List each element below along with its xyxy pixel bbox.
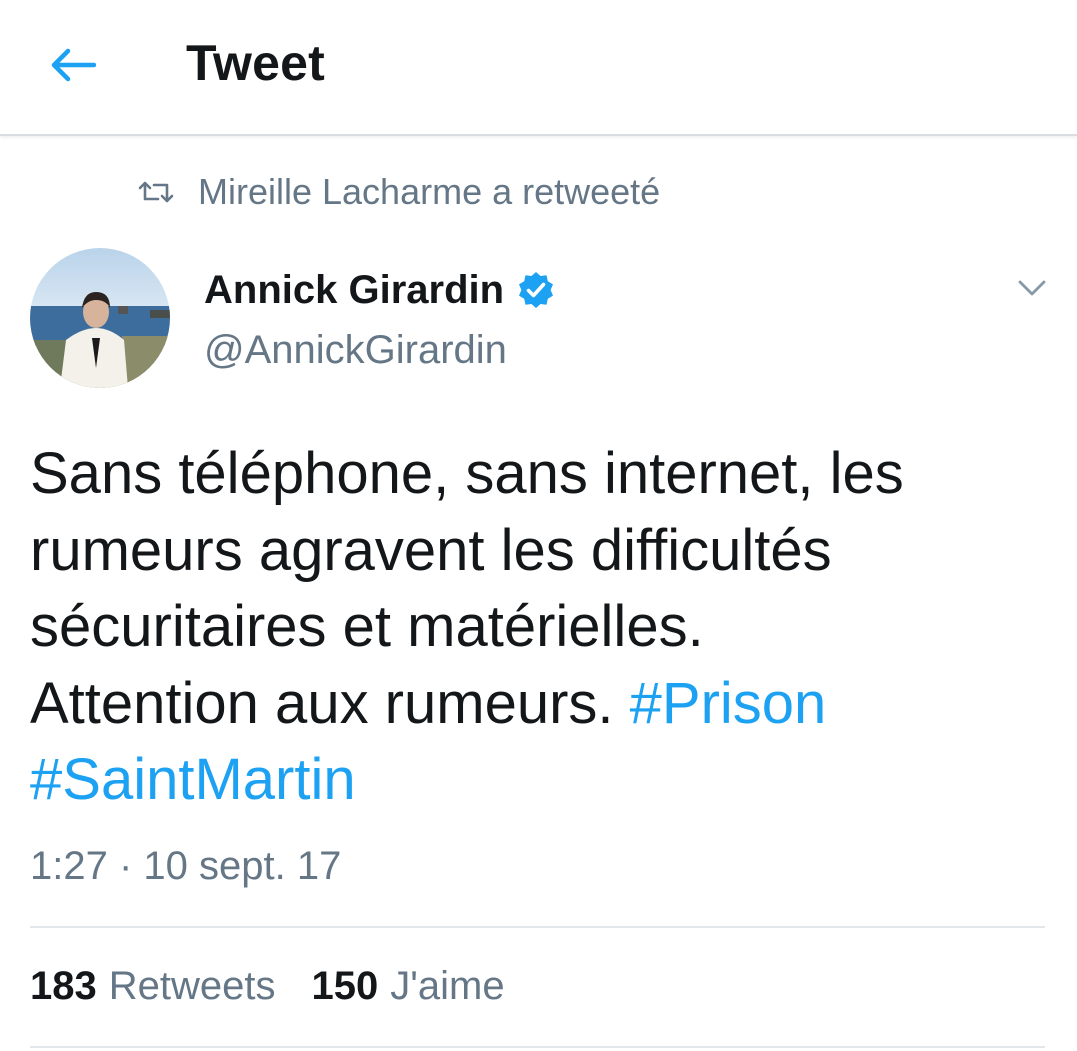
arrow-left-icon <box>51 48 96 82</box>
tweet-text-line: Attention aux rumeurs. <box>30 670 614 736</box>
hashtag-link[interactable]: #Prison <box>630 671 827 736</box>
page-title: Tweet <box>186 35 325 91</box>
avatar[interactable] <box>30 248 170 388</box>
likes-count: 150 <box>311 964 379 1008</box>
app-header: Tweet <box>0 0 1077 136</box>
tweet-text-line: rumeurs agravent les difficultés <box>30 517 832 583</box>
retweet-context[interactable]: Mireille Lacharme a retweeté <box>138 170 660 214</box>
tweet-text-line-with-hashtag: Attention aux rumeurs. #Prison <box>30 666 1050 743</box>
back-button[interactable] <box>44 40 100 90</box>
hashtag-link[interactable]: #SaintMartin <box>30 747 356 812</box>
tweet-stats: 183 Retweets 150 J'aime <box>30 964 541 1009</box>
tweet-text-line-hashtag: #SaintMartin <box>30 742 1050 819</box>
retweets-stat[interactable]: 183 Retweets <box>30 964 276 1009</box>
author-name-row[interactable]: Annick Girardin <box>204 262 556 318</box>
tweet-text-line: Sans téléphone, sans internet, les <box>30 441 904 506</box>
retweets-count: 183 <box>30 964 97 1008</box>
avatar-photo <box>30 248 170 388</box>
tweet-options-button[interactable] <box>1012 272 1052 304</box>
tweet-text-line: sécuritaires et matérielles. <box>30 594 704 659</box>
tweet-text: Sans téléphone, sans internet, les rumeu… <box>30 436 1050 819</box>
likes-stat[interactable]: 150 J'aime <box>312 964 505 1009</box>
retweets-label: Retweets <box>108 964 276 1008</box>
divider <box>30 926 1045 928</box>
chevron-down-icon <box>1018 280 1046 296</box>
retweeted-by-text: Mireille Lacharme a retweeté <box>198 171 661 212</box>
author-name: Annick Girardin <box>204 267 505 312</box>
likes-label: J'aime <box>390 964 505 1008</box>
verified-badge-icon <box>519 272 554 308</box>
author-handle[interactable]: @AnnickGirardin <box>204 328 507 373</box>
tweet-timestamp: 1:27 · 10 sept. 17 <box>30 844 342 888</box>
divider <box>30 1046 1045 1048</box>
retweet-icon <box>138 181 174 203</box>
